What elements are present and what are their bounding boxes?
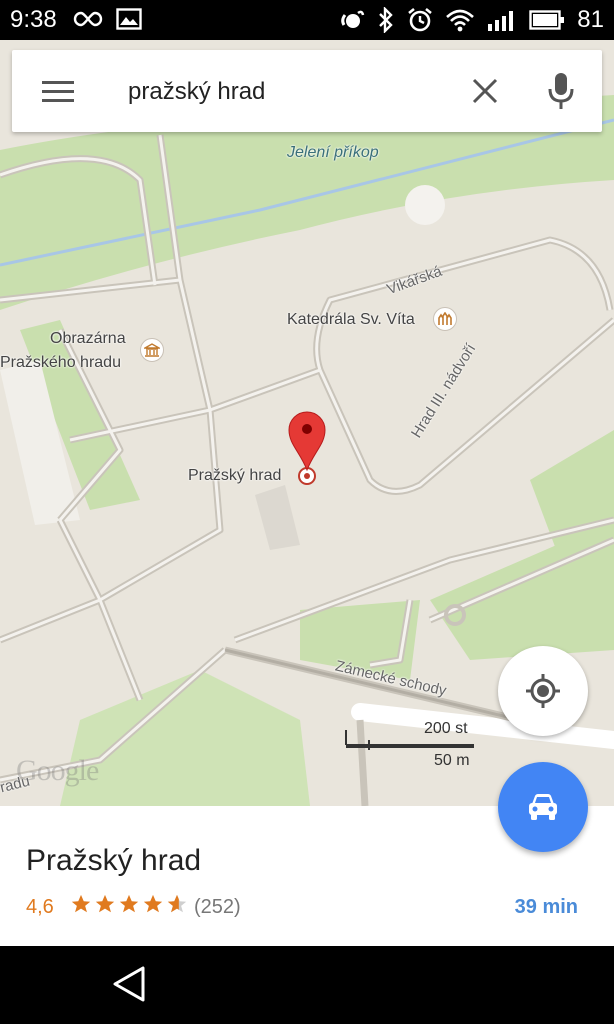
infinity-icon	[73, 11, 103, 27]
museum-icon[interactable]	[140, 338, 164, 362]
map-label-jeleni-prikop: Jelení příkop	[287, 144, 379, 161]
my-location-button[interactable]	[498, 646, 588, 736]
star-half-icon	[167, 894, 187, 913]
directions-button[interactable]	[498, 762, 588, 852]
mic-icon[interactable]	[548, 72, 574, 110]
scale-label-imperial: 200 st	[424, 720, 468, 737]
scale-bar	[345, 730, 474, 750]
search-input[interactable]: pražský hrad	[128, 78, 265, 106]
star-icon	[95, 894, 115, 913]
battery-percent: 81	[577, 6, 604, 33]
alarm-icon	[408, 7, 433, 32]
rating-stars	[70, 893, 188, 915]
wifi-icon	[446, 9, 475, 32]
map-label-obrazarna[interactable]: Obrazárna	[50, 330, 126, 348]
rating-value: 4,6	[26, 896, 54, 918]
car-icon	[529, 794, 557, 820]
battery-icon	[529, 10, 565, 30]
bluetooth-icon	[379, 7, 393, 33]
hamburger-icon[interactable]	[42, 81, 74, 103]
google-logo: Google	[16, 754, 99, 787]
travel-time[interactable]: 39 min	[515, 896, 578, 919]
image-icon	[116, 8, 142, 30]
close-icon[interactable]	[470, 76, 500, 106]
place-name: Pražský hrad	[26, 844, 202, 877]
star-icon	[119, 894, 139, 913]
map-label-prazskeho-hradu[interactable]: Pražského hradu	[0, 354, 121, 372]
star-icon	[71, 894, 91, 913]
my-location-icon	[526, 674, 560, 708]
map-label-katedrala[interactable]: Katedrála Sv. Víta	[287, 311, 415, 329]
signal-icon	[488, 11, 514, 31]
church-icon[interactable]	[433, 307, 457, 331]
status-time: 9:38	[10, 6, 57, 33]
scale-label-metric: 50 m	[434, 752, 470, 769]
star-icon	[143, 894, 163, 913]
search-bar[interactable]: pražský hrad	[12, 50, 602, 132]
status-bar: 9:38 81	[0, 0, 614, 40]
back-triangle-icon[interactable]	[110, 964, 150, 1004]
map-label-prazsky-hrad[interactable]: Pražský hrad	[188, 467, 281, 485]
review-count[interactable]: (252)	[194, 896, 241, 919]
nfc-icon	[341, 10, 365, 28]
navigation-bar	[0, 946, 614, 1024]
